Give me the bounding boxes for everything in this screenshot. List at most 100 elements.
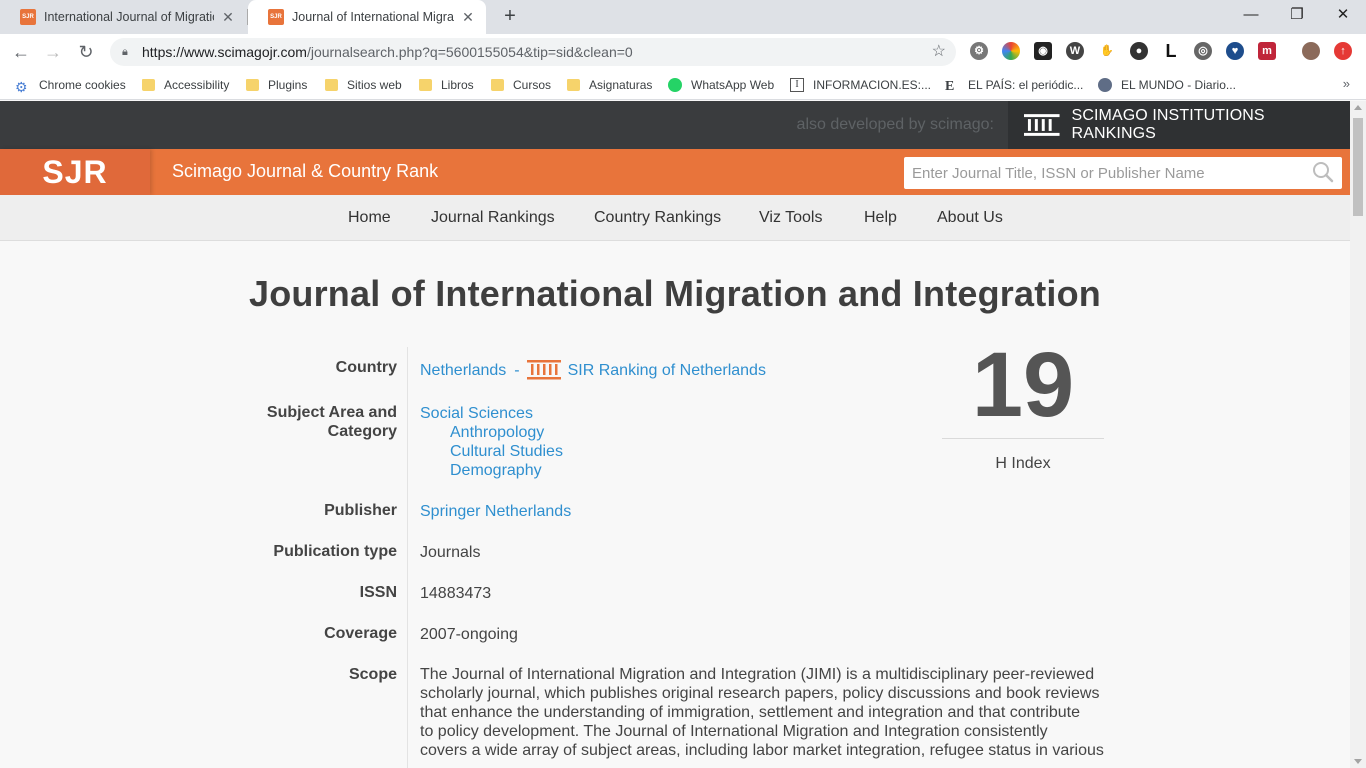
extension-mendeley-icon[interactable]: m xyxy=(1258,42,1276,60)
subject-area-link[interactable]: Social Sciences xyxy=(420,404,533,423)
lock-icon: 🔒︎ xyxy=(122,46,128,58)
publication-type-label: Publication type xyxy=(273,543,397,560)
close-tab-icon[interactable]: ✕ xyxy=(460,9,476,26)
extension-heart-icon[interactable]: ♥ xyxy=(1226,42,1244,60)
scope-label: Scope xyxy=(348,666,397,683)
nav-help[interactable]: Help xyxy=(864,209,897,227)
category-link-cultural-studies[interactable]: Cultural Studies xyxy=(450,442,563,461)
extension-hand-icon[interactable]: ✋ xyxy=(1098,42,1116,60)
close-tab-icon[interactable]: ✕ xyxy=(220,9,236,26)
h-index-label: H Index xyxy=(995,455,1051,472)
new-tab-plus-icon[interactable]: + xyxy=(498,4,522,28)
bookmark-libros[interactable]: Libros xyxy=(419,76,474,94)
extension-gear-icon[interactable]: ⚙ xyxy=(970,42,988,60)
publisher-link[interactable]: Springer Netherlands xyxy=(420,502,571,521)
sjr-favicon-icon: SJR xyxy=(20,9,36,25)
category-link-anthropology[interactable]: Anthropology xyxy=(450,423,544,442)
bookmark-whatsapp-web[interactable]: WhatsApp Web xyxy=(668,76,774,94)
page-content: also developed by scimago: SCIMAGO INSTI… xyxy=(0,101,1350,768)
address-bar[interactable]: 🔒︎ https://www.scimagojr.com/journalsear… xyxy=(110,38,956,66)
globe-icon xyxy=(1098,78,1112,92)
coverage-value: 2007-ongoing xyxy=(420,626,518,643)
sjr-logo[interactable]: SJR xyxy=(0,149,150,195)
scope-line: scholarly journal, which publishes origi… xyxy=(420,685,1100,702)
bookmarks-overflow-icon[interactable]: » xyxy=(1343,76,1350,91)
scroll-up-arrow-icon[interactable] xyxy=(1354,105,1362,110)
h-index-value: 19 xyxy=(971,334,1075,436)
info-divider xyxy=(407,347,408,768)
sir-rankings-link[interactable]: SCIMAGO INSTITUTIONS RANKINGS xyxy=(1008,101,1350,149)
scope-line: that enhance the understanding of immigr… xyxy=(420,704,1080,721)
scroll-down-arrow-icon[interactable] xyxy=(1354,759,1362,764)
folder-icon xyxy=(567,79,580,91)
search-icon[interactable] xyxy=(1312,161,1334,183)
update-icon[interactable]: ↑ xyxy=(1334,42,1352,60)
category-link-demography[interactable]: Demography xyxy=(450,461,542,480)
reload-icon[interactable]: ↻ xyxy=(74,40,98,64)
extension-wordpress-icon[interactable]: W xyxy=(1066,42,1084,60)
profile-avatar[interactable] xyxy=(1302,42,1320,60)
coverage-label: Coverage xyxy=(324,625,397,642)
scrollbar-thumb[interactable] xyxy=(1353,118,1363,216)
country-label: Country xyxy=(335,359,397,376)
tab-title: International Journal of Migration xyxy=(44,10,214,24)
sir-ranking-link[interactable]: SIR Ranking of Netherlands xyxy=(568,361,766,380)
extension-l-icon[interactable]: L xyxy=(1162,42,1180,60)
extension-color-icon[interactable] xyxy=(1002,42,1020,60)
institution-columns-icon xyxy=(526,360,561,380)
country-link[interactable]: Netherlands xyxy=(420,361,506,380)
site-header: SJR Scimago Journal & Country Rank xyxy=(0,149,1350,195)
bookmark-chrome-cookies[interactable]: ⚙ Chrome cookies xyxy=(15,76,126,95)
scope-line: The Journal of International Migration a… xyxy=(420,666,1095,683)
elpais-icon: E xyxy=(945,79,955,94)
bookmark-cursos[interactable]: Cursos xyxy=(491,76,551,94)
browser-tab-2[interactable]: SJR Journal of International Migration ✕ xyxy=(248,0,486,34)
subject-area-label: Subject Area and Category xyxy=(266,404,397,440)
bookmark-accessibility[interactable]: Accessibility xyxy=(142,76,229,94)
minimize-icon[interactable]: — xyxy=(1228,0,1274,30)
sir-rankings-label: SCIMAGO INSTITUTIONS RANKINGS xyxy=(1071,107,1265,142)
nav-home[interactable]: Home xyxy=(348,209,391,227)
close-window-icon[interactable]: ✕ xyxy=(1320,0,1366,30)
country-value: Netherlands - SIR Ranking of Netherlands xyxy=(420,360,766,380)
nav-journal-rankings[interactable]: Journal Rankings xyxy=(431,209,555,227)
main-nav: Home Journal Rankings Country Rankings V… xyxy=(0,195,1350,241)
restore-icon[interactable]: ❐ xyxy=(1274,0,1320,30)
scope-text: The Journal of International Migration a… xyxy=(420,665,1110,760)
scope-line: to policy development. The Journal of In… xyxy=(420,723,1048,740)
tab-strip: SJR International Journal of Migration ✕… xyxy=(0,0,1366,34)
scope-line: covers a wide array of subject areas, in… xyxy=(420,742,1104,759)
issn-value: 14883473 xyxy=(420,585,492,602)
bookmark-asignaturas[interactable]: Asignaturas xyxy=(567,76,652,94)
extension-dots-icon[interactable]: ● xyxy=(1130,42,1148,60)
nav-country-rankings[interactable]: Country Rankings xyxy=(594,209,721,227)
gear-icon: ⚙ xyxy=(15,79,28,95)
bookmark-sitios-web[interactable]: Sitios web xyxy=(325,76,402,94)
folder-icon xyxy=(246,79,259,91)
nav-viz-tools[interactable]: Viz Tools xyxy=(759,209,822,227)
folder-icon xyxy=(491,79,504,91)
publication-type-value: Journals xyxy=(420,544,481,561)
extension-eye-icon[interactable]: ◎ xyxy=(1194,42,1212,60)
journal-search-input[interactable] xyxy=(904,157,1342,189)
url-text: https://www.scimagojr.com/journalsearch.… xyxy=(142,44,633,60)
scimago-top-bar: also developed by scimago: SCIMAGO INSTI… xyxy=(0,101,1350,149)
bookmark-el-pais[interactable]: E EL PAÍS: el periódic... xyxy=(945,76,1083,94)
back-arrow-icon[interactable]: ← xyxy=(9,40,33,64)
browser-tab-1[interactable]: SJR International Journal of Migration ✕ xyxy=(0,0,246,34)
forward-arrow-icon[interactable]: → xyxy=(41,40,65,64)
whatsapp-icon xyxy=(668,78,682,92)
bookmarks-bar: ⚙ Chrome cookies Accessibility Plugins Si… xyxy=(0,70,1366,100)
tab-title: Journal of International Migration xyxy=(292,10,454,24)
site-name[interactable]: Scimago Journal & Country Rank xyxy=(172,161,438,182)
bookmark-star-icon[interactable]: ☆ xyxy=(932,38,946,66)
page-scrollbar[interactable] xyxy=(1350,101,1366,768)
browser-toolbar: ← → ↻ 🔒︎ https://www.scimagojr.com/journ… xyxy=(0,34,1366,70)
nav-about-us[interactable]: About Us xyxy=(937,209,1003,227)
bookmark-plugins[interactable]: Plugins xyxy=(246,76,307,94)
country-separator: - xyxy=(514,361,520,379)
extension-camera-icon[interactable]: ◉ xyxy=(1034,42,1052,60)
folder-icon xyxy=(419,79,432,91)
bookmark-el-mundo[interactable]: EL MUNDO - Diario... xyxy=(1098,76,1236,94)
bookmark-informacion[interactable]: I INFORMACION.ES:... xyxy=(790,76,931,94)
